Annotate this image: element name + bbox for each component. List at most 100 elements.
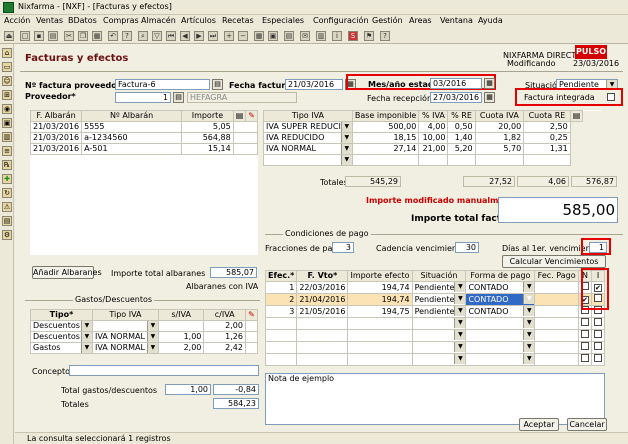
efecto-amount[interactable]: 194,74: [347, 281, 413, 294]
refresh-icon[interactable]: ↻: [2, 188, 12, 198]
efecto-forma-select[interactable]: [465, 353, 536, 366]
table-row[interactable]: 21/03/2016 a-1234560 564,88: [29, 132, 259, 144]
gastos-iva-select[interactable]: [91, 320, 159, 332]
menu-almacen[interactable]: Almacén: [141, 16, 176, 25]
chart-icon[interactable]: ▥: [316, 31, 326, 41]
table-row-empty[interactable]: [264, 317, 606, 330]
supplier-code-input[interactable]: 1: [115, 92, 171, 103]
calendar-icon[interactable]: ▣: [268, 31, 278, 41]
delete-icon[interactable]: −: [238, 31, 248, 41]
table-row-empty[interactable]: [264, 329, 606, 342]
warning-icon[interactable]: ⚠: [2, 202, 12, 212]
efecto-n-checkbox[interactable]: [577, 317, 592, 330]
menu-articulos[interactable]: Artículos: [181, 16, 216, 25]
table-row[interactable]: IVA REDUCIDO 18,15 10,00 1,40 1,82 0,25: [263, 132, 601, 144]
efecto-forma-select[interactable]: CONTADO: [465, 293, 536, 306]
iva-options-icon[interactable]: ▤: [569, 110, 584, 122]
table-row-empty[interactable]: [264, 353, 606, 366]
copy-icon[interactable]: ❐: [78, 31, 88, 41]
efecto-forma-select[interactable]: CONTADO: [465, 305, 536, 318]
last-record-icon[interactable]: ⏭: [208, 31, 218, 41]
efecto-fec-pago[interactable]: [534, 293, 579, 306]
menu-accion[interactable]: Acción: [4, 16, 30, 25]
gastos-s-value[interactable]: [157, 320, 205, 332]
cadencia-input[interactable]: 30: [455, 242, 479, 253]
efecto-date[interactable]: 21/05/2016: [296, 305, 349, 318]
supplier-lookup-icon[interactable]: ▤: [173, 92, 184, 103]
gastos-type-select[interactable]: Descuentos: [30, 320, 93, 332]
cancel-button[interactable]: Cancelar: [567, 418, 607, 431]
efecto-situation-select[interactable]: [411, 353, 467, 366]
invoice-lookup-icon[interactable]: ▤: [212, 79, 223, 90]
document-icon[interactable]: ▤: [2, 216, 12, 226]
plus-cross-icon[interactable]: ✚: [2, 174, 12, 184]
menu-ayuda[interactable]: Ayuda: [478, 16, 503, 25]
gastos-s-value[interactable]: 2,00: [157, 342, 205, 354]
efecto-n-checkbox[interactable]: [577, 341, 592, 354]
settings-icon[interactable]: ⚙: [2, 230, 12, 240]
table-row[interactable]: IVA NORMAL 27,14 21,00 5,20 5,70 1,31: [263, 143, 601, 155]
efecto-situation-select[interactable]: [411, 317, 467, 330]
gastos-c-value[interactable]: 2,00: [203, 320, 246, 332]
efecto-forma-select[interactable]: [465, 329, 536, 342]
efecto-i-checkbox[interactable]: [590, 353, 606, 366]
efecto-n-checkbox[interactable]: [577, 353, 592, 366]
invoice-date-input[interactable]: 21/03/2016: [285, 79, 343, 90]
book-icon[interactable]: ▥: [2, 132, 12, 142]
menu-ventana[interactable]: Ventana: [440, 16, 473, 25]
menu-areas[interactable]: Areas: [409, 16, 432, 25]
gastos-type-select[interactable]: Gastos: [30, 342, 93, 354]
undo-icon[interactable]: ↶: [108, 31, 118, 41]
concepto-input[interactable]: [69, 365, 259, 376]
pill-icon[interactable]: ◉: [2, 104, 12, 114]
iva-type-select[interactable]: IVA SUPER REDUCI: [263, 121, 353, 133]
table-row[interactable]: Gastos IVA NORMAL 2,00 2,42: [30, 342, 259, 354]
folder-icon[interactable]: ▭: [2, 62, 12, 72]
table-row[interactable]: 21/03/2016 5555 5,05: [29, 121, 259, 133]
efecto-i-checkbox[interactable]: [590, 341, 606, 354]
query-icon[interactable]: ?: [122, 31, 132, 41]
help-icon[interactable]: ?: [380, 31, 390, 41]
efecto-forma-select[interactable]: CONTADO: [465, 281, 536, 294]
iva-type-select[interactable]: IVA REDUCIDO: [263, 132, 353, 144]
exit-door-icon[interactable]: ⚑: [364, 31, 374, 41]
box-icon[interactable]: ▣: [2, 118, 12, 128]
table-row-empty[interactable]: [263, 154, 601, 166]
table-row[interactable]: IVA SUPER REDUCI 500,00 4,00 0,50 20,00 …: [263, 121, 601, 133]
efecto-fec-pago[interactable]: [534, 281, 579, 294]
table-row[interactable]: 1 22/03/2016 194,74 Pendiente CONTADO ✔: [264, 281, 606, 294]
efecto-forma-select[interactable]: [465, 317, 536, 330]
month-input[interactable]: 03/2016: [430, 78, 482, 89]
list-icon[interactable]: ≡: [2, 146, 12, 156]
efecto-situation-select[interactable]: Pendiente: [411, 281, 467, 294]
menu-compras[interactable]: Compras: [103, 16, 139, 25]
recipe-icon[interactable]: ℞: [2, 160, 12, 170]
efecto-fec-pago[interactable]: [534, 305, 579, 318]
table-row[interactable]: Descuentos IVA NORMAL 1,00 1,26: [30, 331, 259, 343]
efecto-situation-select[interactable]: Pendiente: [411, 305, 467, 318]
iva-type-select[interactable]: [263, 154, 353, 166]
reception-calendar-icon[interactable]: ▦: [484, 92, 495, 103]
paste-icon[interactable]: ▦: [92, 31, 102, 41]
efecto-forma-select[interactable]: [465, 341, 536, 354]
efecto-situation-select[interactable]: [411, 341, 467, 354]
menu-recetas[interactable]: Recetas: [222, 16, 254, 25]
cart-icon[interactable]: ⊞: [2, 90, 12, 100]
delete-row-icon[interactable]: ✎: [245, 110, 258, 122]
menu-especiales[interactable]: Especiales: [262, 16, 304, 25]
gastos-s-value[interactable]: 1,00: [157, 331, 205, 343]
filter-icon[interactable]: ▽: [152, 31, 162, 41]
fracciones-input[interactable]: 3: [332, 242, 354, 253]
save-icon[interactable]: ▪: [34, 31, 44, 41]
gastos-c-value[interactable]: 2,42: [203, 342, 246, 354]
efecto-amount[interactable]: 194,75: [347, 305, 413, 318]
efecto-i-checkbox[interactable]: [590, 329, 606, 342]
mail-icon[interactable]: ✉: [300, 31, 310, 41]
table-row[interactable]: 21/03/2016 A-501 15,14: [29, 143, 259, 155]
efecto-date[interactable]: 21/04/2016: [296, 293, 349, 306]
calculator-icon[interactable]: ▤: [284, 31, 294, 41]
menu-gestion[interactable]: Gestión: [372, 16, 403, 25]
exit-icon[interactable]: ⏏: [4, 31, 14, 41]
efecto-date[interactable]: 22/03/2016: [296, 281, 349, 294]
calcular-vencimientos-button[interactable]: Calcular Vencimientos: [502, 255, 606, 268]
